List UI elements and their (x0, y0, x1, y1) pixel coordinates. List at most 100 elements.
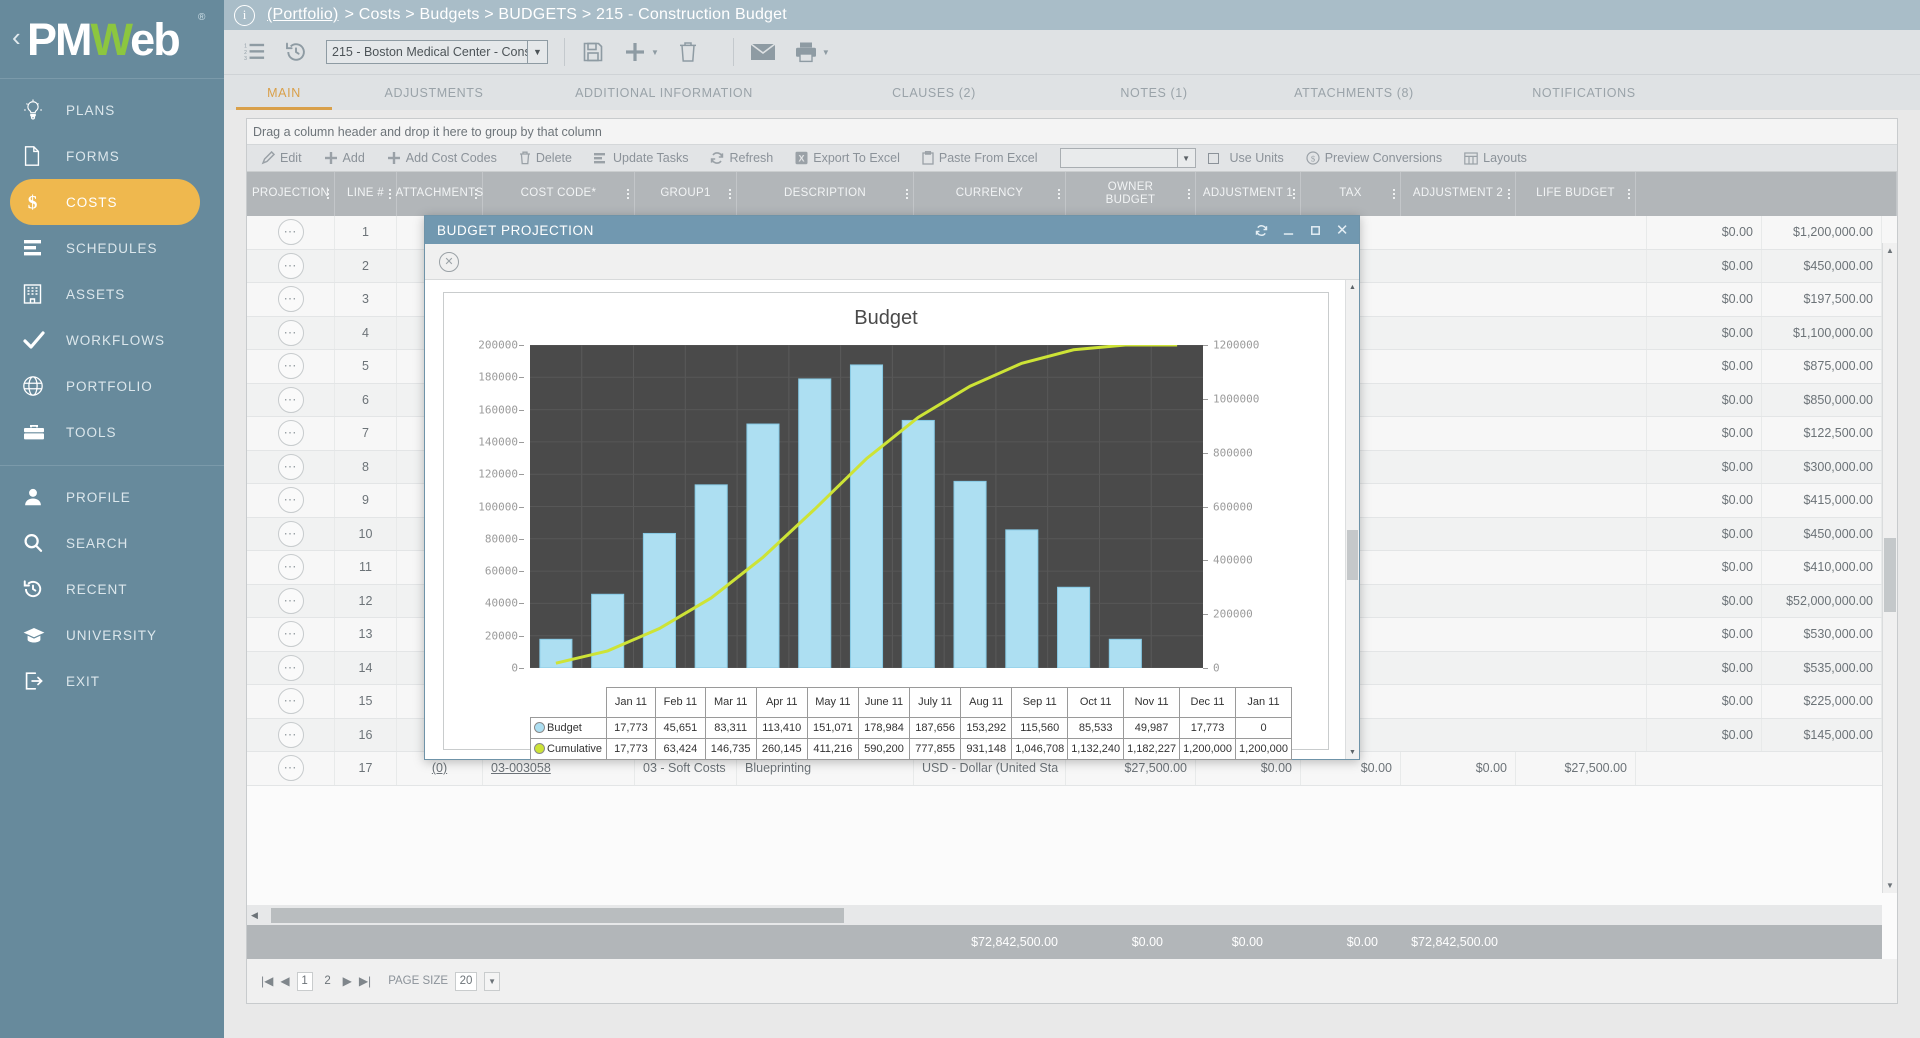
envelope-icon[interactable] (750, 42, 776, 62)
row-menu-icon[interactable]: ⋯ (277, 286, 304, 313)
row-menu-icon[interactable]: ⋯ (277, 453, 304, 480)
row-actions-cell[interactable]: ⋯ (247, 651, 335, 684)
last-page-button[interactable]: ▶| (359, 974, 371, 988)
collapse-sidebar-icon[interactable]: ‹ (12, 24, 21, 50)
project-select[interactable]: 215 - Boston Medical Center - Const ▼ (326, 40, 548, 64)
layouts-button[interactable]: Layouts (1464, 151, 1527, 165)
sidebar-item-exit[interactable]: EXIT (0, 658, 224, 704)
row-menu-icon[interactable]: ⋯ (277, 654, 304, 681)
export-to-excel-button[interactable]: X Export To Excel (795, 151, 900, 165)
row-menu-icon[interactable]: ⋯ (277, 621, 304, 648)
grid-scroll-thumb[interactable] (1884, 538, 1896, 612)
row-actions-cell[interactable]: ⋯ (247, 350, 335, 383)
chevron-down-icon[interactable]: ▼ (1176, 149, 1195, 167)
add-button[interactable]: Add (324, 151, 365, 165)
sidebar-item-search[interactable]: SEARCH (0, 520, 224, 566)
column-menu-icon[interactable] (1508, 189, 1510, 199)
delete-button[interactable]: Delete (519, 151, 572, 165)
page-size-value[interactable]: 20 (455, 971, 478, 991)
column-menu-icon[interactable] (729, 189, 731, 199)
page-number-1[interactable]: 1 (296, 971, 313, 991)
row-menu-icon[interactable]: ⋯ (277, 386, 304, 413)
numbered-list-icon[interactable]: 123 (244, 42, 266, 62)
row-menu-icon[interactable]: ⋯ (277, 252, 304, 279)
tab-adjustments[interactable]: ADJUSTMENTS (344, 75, 524, 110)
add-cost-codes-button[interactable]: Add Cost Codes (387, 151, 497, 165)
row-actions-cell[interactable]: ⋯ (247, 216, 335, 249)
row-actions-cell[interactable]: ⋯ (247, 718, 335, 751)
x-circle-icon[interactable]: ✕ (439, 251, 459, 272)
scroll-down-icon[interactable]: ▼ (1883, 878, 1897, 893)
use-units-checkbox[interactable]: Use Units (1207, 151, 1284, 165)
modal-vertical-scrollbar[interactable]: ▲ ▼ (1345, 280, 1359, 759)
sidebar-item-recent[interactable]: RECENT (0, 566, 224, 612)
chevron-down-icon[interactable]: ▼ (527, 41, 547, 63)
tab-attachments[interactable]: ATTACHMENTS (8) (1244, 75, 1464, 110)
sidebar-item-profile[interactable]: PROFILE (0, 474, 224, 520)
save-icon[interactable] (581, 40, 605, 64)
info-icon[interactable]: i (234, 4, 255, 26)
cell-value[interactable]: 03-003058 (491, 761, 551, 775)
next-page-button[interactable]: ▶ (343, 974, 352, 988)
layout-select[interactable]: ▼ (1059, 148, 1196, 168)
edit-button[interactable]: Edit (261, 151, 302, 165)
row-actions-cell[interactable]: ⋯ (247, 484, 335, 517)
sidebar-item-schedules[interactable]: SCHEDULES (0, 225, 224, 271)
tab-main[interactable]: MAIN (224, 75, 344, 110)
sidebar-item-tools[interactable]: TOOLS (0, 409, 224, 455)
row-menu-icon[interactable]: ⋯ (277, 520, 304, 547)
sidebar-item-forms[interactable]: FORMS (0, 133, 224, 179)
column-menu-icon[interactable] (1293, 189, 1295, 199)
minimize-icon[interactable] (1282, 224, 1295, 237)
row-actions-cell[interactable]: ⋯ (247, 517, 335, 550)
row-actions-cell[interactable]: ⋯ (247, 752, 335, 785)
preview-conversions-button[interactable]: $ Preview Conversions (1306, 151, 1442, 165)
first-page-button[interactable]: |◀ (261, 974, 273, 988)
row-menu-icon[interactable]: ⋯ (277, 420, 304, 447)
column-menu-icon[interactable] (389, 189, 391, 199)
column-menu-icon[interactable] (627, 189, 629, 199)
scroll-down-icon[interactable]: ▼ (1346, 745, 1359, 759)
group-by-dropzone[interactable]: Drag a column header and drop it here to… (247, 119, 1897, 145)
update-tasks-button[interactable]: Update Tasks (593, 151, 688, 165)
tab-additional-information[interactable]: ADDITIONAL INFORMATION (524, 75, 804, 110)
tab-notifications[interactable]: NOTIFICATIONS (1464, 75, 1704, 110)
grid-vertical-scrollbar[interactable]: ▲ ▼ (1882, 243, 1897, 893)
close-icon[interactable]: ✕ (1336, 223, 1349, 238)
column-menu-icon[interactable] (1628, 189, 1630, 199)
scroll-up-icon[interactable]: ▲ (1883, 243, 1897, 258)
grid-hscroll-thumb[interactable] (270, 907, 844, 923)
delete-icon[interactable] (677, 40, 699, 64)
row-menu-icon[interactable]: ⋯ (277, 554, 304, 581)
row-actions-cell[interactable]: ⋯ (247, 283, 335, 316)
scroll-up-icon[interactable]: ▲ (1346, 280, 1359, 294)
row-menu-icon[interactable]: ⋯ (277, 688, 304, 715)
grid-horizontal-scrollbar[interactable]: ◀ (247, 905, 1882, 925)
sidebar-item-assets[interactable]: ASSETS (0, 271, 224, 317)
add-dropdown-chevron-icon[interactable]: ▼ (651, 48, 659, 57)
row-actions-cell[interactable]: ⋯ (247, 618, 335, 651)
refresh-icon[interactable] (1255, 224, 1268, 237)
column-menu-icon[interactable] (327, 189, 329, 199)
modal-title-bar[interactable]: BUDGET PROJECTION ✕ (425, 216, 1359, 244)
paste-from-excel-button[interactable]: Paste From Excel (922, 151, 1038, 165)
add-icon[interactable] (623, 40, 647, 64)
row-menu-icon[interactable]: ⋯ (277, 721, 304, 748)
tab-clauses[interactable]: CLAUSES (2) (804, 75, 1064, 110)
modal-scroll-thumb[interactable] (1347, 530, 1358, 580)
row-actions-cell[interactable]: ⋯ (247, 417, 335, 450)
row-actions-cell[interactable]: ⋯ (247, 383, 335, 416)
sidebar-item-portfolio[interactable]: PORTFOLIO (0, 363, 224, 409)
breadcrumb-portfolio-link[interactable]: (Portfolio) (267, 6, 339, 24)
scroll-left-icon[interactable]: ◀ (251, 910, 258, 921)
sidebar-item-plans[interactable]: PLANS (0, 87, 224, 133)
sidebar-item-university[interactable]: UNIVERSITY (0, 612, 224, 658)
row-menu-icon[interactable]: ⋯ (277, 353, 304, 380)
print-dropdown-chevron-icon[interactable]: ▼ (822, 48, 830, 57)
row-actions-cell[interactable]: ⋯ (247, 551, 335, 584)
column-menu-icon[interactable] (906, 189, 908, 199)
row-menu-icon[interactable]: ⋯ (277, 587, 304, 614)
row-menu-icon[interactable]: ⋯ (277, 487, 304, 514)
app-logo[interactable]: ‹ PMWeb ® (0, 0, 224, 78)
column-menu-icon[interactable] (1058, 189, 1060, 199)
